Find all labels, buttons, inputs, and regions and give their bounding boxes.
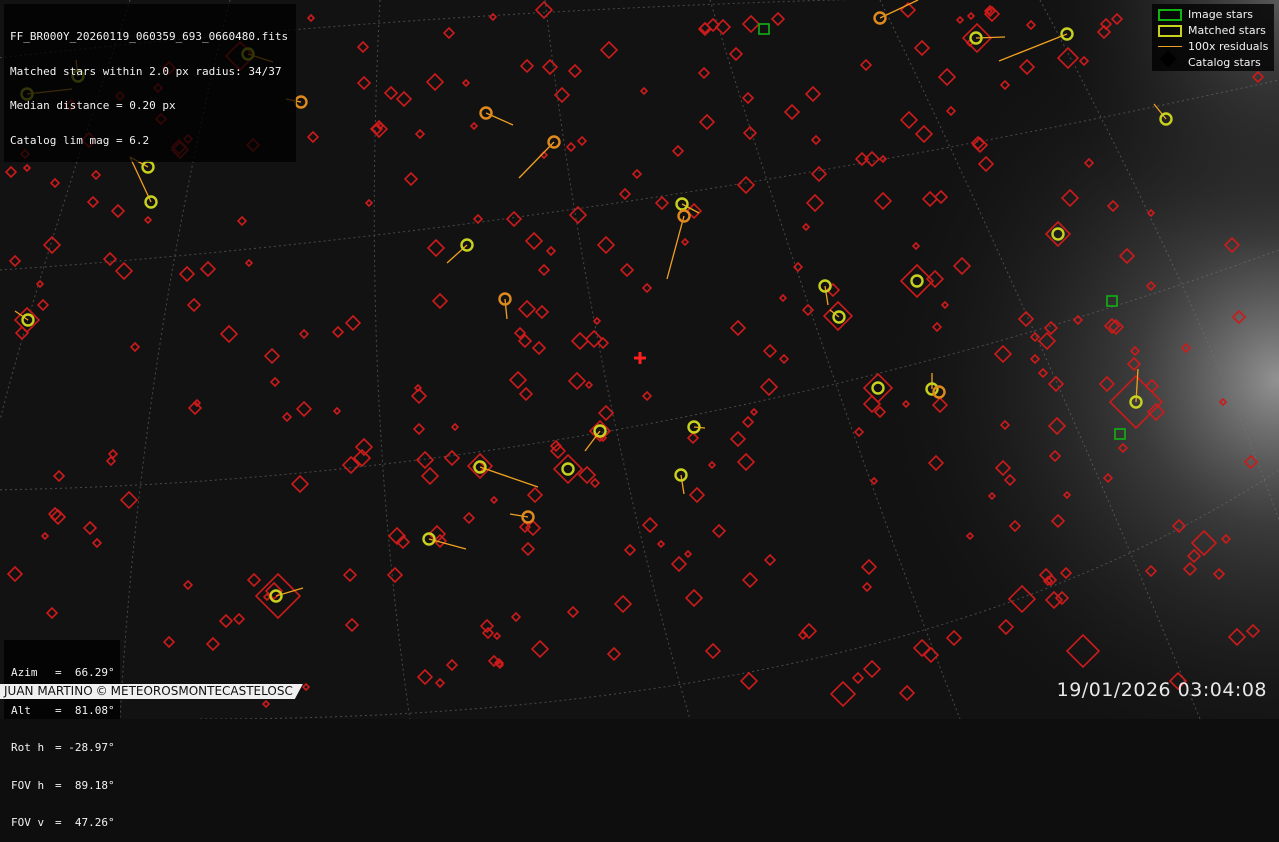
fov-v-row: FOV v = 47.26°: [11, 816, 115, 829]
rotation-row: Rot h = -28.97°: [11, 741, 115, 754]
station-credit-banner: JUAN MARTINO © METEOROSMONTECASTELOSC: [0, 684, 303, 699]
pointing-info: Azim = 66.29° Alt = 81.08° Rot h = -28.97° …: [11, 642, 115, 842]
copyright-icon: ©: [95, 684, 108, 698]
azimuth-row: Azim = 66.29°: [11, 666, 115, 679]
station-name: METEOROSMONTECASTELOSC: [110, 684, 293, 698]
fov-h-row: FOV h = 89.18°: [11, 778, 115, 792]
altitude-row: Alt = 81.08°: [11, 703, 115, 717]
legend-catalog-stars: Catalog stars: [1152, 50, 1274, 71]
residual-line-icon: [1158, 46, 1182, 47]
square-icon: [1158, 9, 1182, 21]
legend-matched-stars: Matched stars: [1152, 23, 1274, 39]
catalog-limit-line: Catalog lim mag = 6.2: [10, 133, 150, 147]
median-distance-line: Median distance = 0.20 px: [10, 99, 176, 112]
fits-filename: FF_BR000Y_20260119_060359_693_0660480.fi…: [10, 30, 289, 43]
legend: Image stars Matched stars 100x residuals…: [1152, 4, 1274, 71]
header-info-panel: FF_BR000Y_20260119_060359_693_0660480.fi…: [4, 4, 297, 162]
capture-timestamp: 19/01/2026 03:04:08: [1056, 679, 1267, 701]
legend-image-stars: Image stars: [1152, 7, 1274, 23]
circle-icon: [1158, 25, 1182, 37]
author-name: JUAN MARTINO: [4, 684, 93, 698]
matched-stars-line: Matched stars within 2.0 px radius: 34/3…: [10, 64, 282, 78]
